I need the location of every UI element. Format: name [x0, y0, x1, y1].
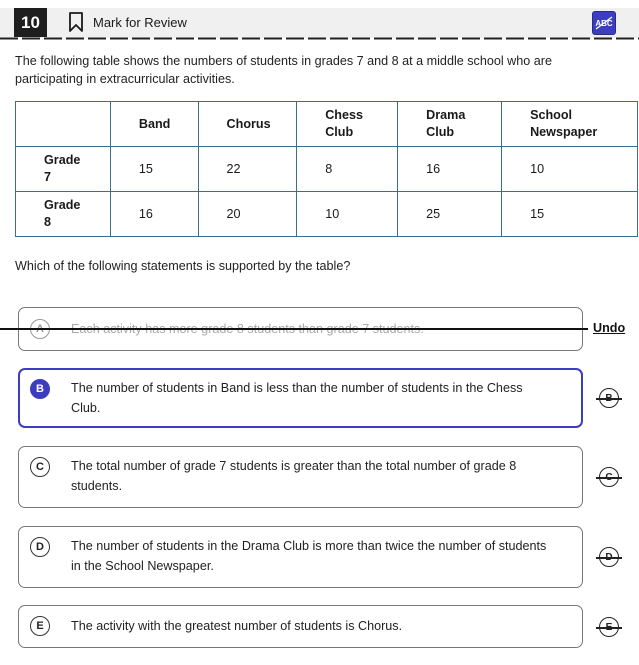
table-cell: 16 — [397, 146, 503, 192]
eliminate-d-button[interactable]: D — [596, 547, 622, 567]
table-header-row: Band Chorus Chess Club Drama Club School… — [15, 101, 638, 147]
option-letter: B — [30, 379, 50, 399]
table-cell: 15 — [501, 191, 638, 237]
abc-strike-icon: ABC — [595, 16, 613, 30]
strikethrough-line — [0, 328, 588, 330]
table-header-cell: Chess Club — [296, 101, 399, 147]
table-cell: 15 — [109, 146, 199, 192]
answer-option-e[interactable]: E The activity with the greatest number … — [18, 605, 583, 648]
table-header-cell: Drama Club — [397, 101, 503, 147]
eliminate-b-button[interactable]: B — [596, 388, 622, 408]
eliminate-c-button[interactable]: C — [596, 467, 622, 487]
table-cell: 25 — [397, 191, 503, 237]
answer-option-d[interactable]: D The number of students in the Drama Cl… — [18, 526, 583, 588]
table-cell: 10 — [501, 146, 638, 192]
answer-option-b[interactable]: B The number of students in Band is less… — [18, 368, 583, 428]
undo-button[interactable]: Undo — [593, 321, 625, 335]
table-row: Grade 7 15 22 8 16 10 — [15, 146, 638, 192]
table-cell: 10 — [296, 191, 399, 237]
activity-table: Band Chorus Chess Club Drama Club School… — [15, 101, 638, 237]
header-divider — [0, 37, 639, 40]
option-letter: C — [30, 457, 50, 477]
table-header-cell: School Newspaper — [501, 101, 638, 147]
table-header-cell: Chorus — [197, 101, 298, 147]
eliminate-e-button[interactable]: E — [596, 617, 622, 637]
abc-eliminator-button[interactable]: ABC — [592, 11, 616, 35]
table-header-cell — [15, 101, 111, 147]
option-letter: E — [30, 616, 50, 636]
option-letter: D — [30, 537, 50, 557]
option-text: The total number of grade 7 students is … — [71, 459, 517, 493]
table-cell: 22 — [197, 146, 298, 192]
question-prompt: The following table shows the numbers of… — [15, 54, 552, 86]
option-text: The number of students in the Drama Club… — [71, 539, 547, 573]
mark-for-review-label[interactable]: Mark for Review — [93, 15, 187, 30]
question-stem: Which of the following statements is sup… — [15, 259, 351, 273]
table-cell: 16 — [109, 191, 199, 237]
table-cell: 20 — [197, 191, 298, 237]
table-row: Grade 8 16 20 10 25 15 — [15, 191, 638, 237]
option-text: The activity with the greatest number of… — [71, 619, 403, 633]
answer-option-c[interactable]: C The total number of grade 7 students i… — [18, 446, 583, 508]
table-cell: 8 — [296, 146, 399, 192]
row-label: Grade 8 — [15, 191, 111, 237]
question-number: 10 — [14, 8, 47, 37]
option-text: The number of students in Band is less t… — [71, 381, 523, 415]
table-header-cell: Band — [109, 101, 199, 147]
row-label: Grade 7 — [15, 146, 111, 192]
bookmark-icon[interactable] — [68, 12, 84, 32]
